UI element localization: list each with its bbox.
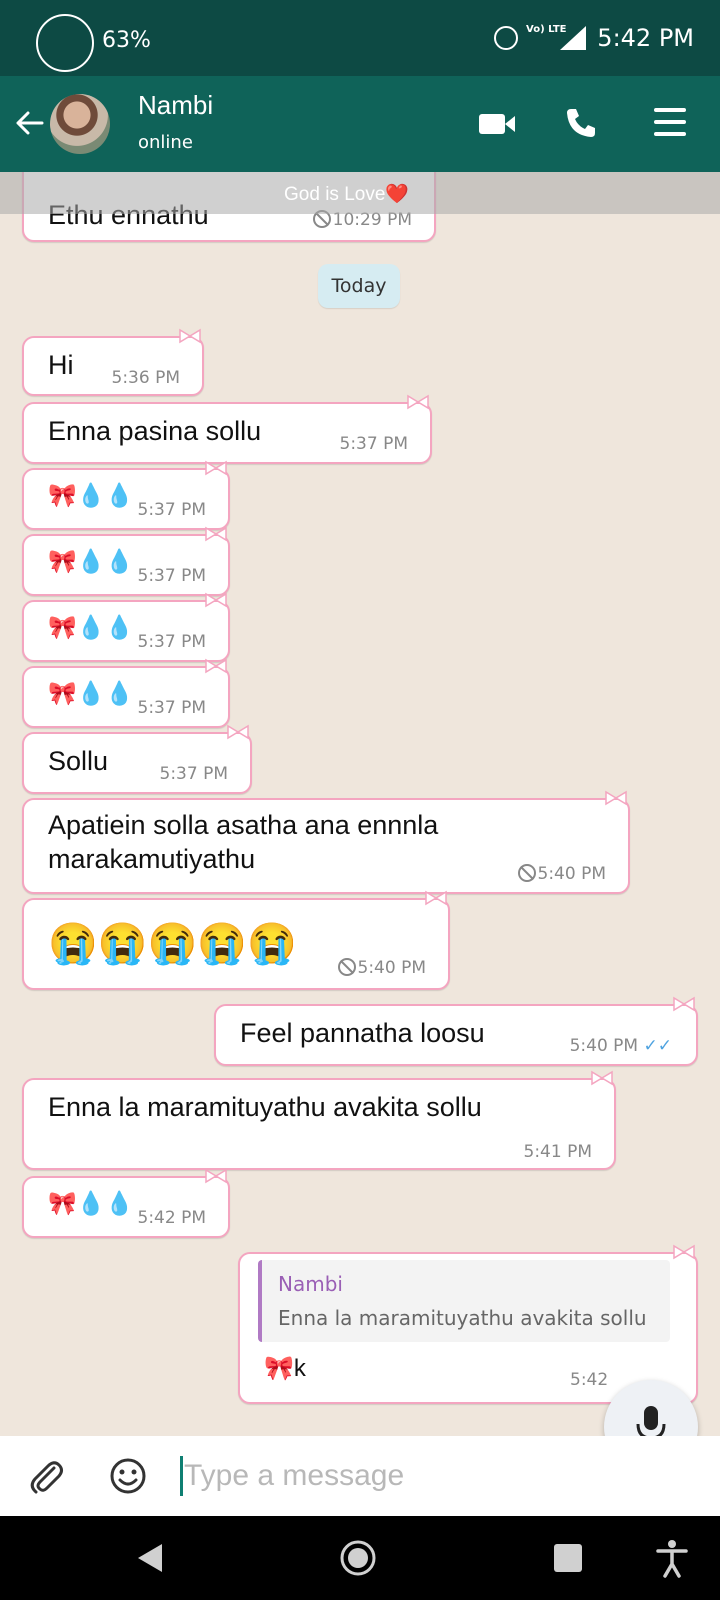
- bow-icon: [407, 394, 429, 410]
- message-text: Enna pasina sollu: [48, 416, 262, 446]
- clock: 5:42 PM: [597, 24, 694, 52]
- message-text: Hi: [48, 350, 74, 380]
- message-text: 😭😭😭😭😭: [48, 922, 298, 966]
- message-bubble[interactable]: Hi 5:36 PM: [22, 328, 204, 396]
- attach-icon[interactable]: [26, 1456, 66, 1496]
- menu-icon[interactable]: [652, 104, 688, 140]
- bow-icon: [205, 658, 227, 674]
- message-bubble-outgoing[interactable]: Nambi Enna la maramituyathu avakita soll…: [238, 1244, 698, 1404]
- emoji-icon[interactable]: [108, 1456, 148, 1496]
- message-bubble[interactable]: Enna pasina sollu 5:37 PM: [22, 394, 432, 464]
- message-text: 🎀💧💧: [48, 548, 134, 574]
- message-text: Feel pannatha loosu: [240, 1018, 485, 1048]
- message-time: 5:37 PM: [137, 698, 207, 718]
- read-ticks-icon: ✓✓: [643, 1036, 673, 1056]
- message-time: 5:42 PM: [137, 1208, 207, 1228]
- message-text: 🎀💧💧: [48, 614, 134, 640]
- phone-icon[interactable]: [564, 106, 598, 140]
- battery-level: 63%: [102, 28, 151, 53]
- message-time: 5:41 PM: [523, 1142, 593, 1162]
- message-text: 🎀💧💧: [48, 1190, 134, 1216]
- message-bubble[interactable]: 🎀💧💧 5:37 PM: [22, 460, 230, 530]
- message-text: Apatiein solla asatha ana ennnla: [48, 810, 439, 840]
- message-time: 5:37 PM: [159, 764, 229, 784]
- back-arrow-icon[interactable]: [12, 106, 46, 140]
- message-time: 5:40 PM: [337, 958, 426, 978]
- message-text: 🎀💧💧: [48, 482, 134, 508]
- quoted-text: Enna la maramituyathu avakita sollu: [278, 1306, 647, 1330]
- bow-icon: [179, 328, 201, 344]
- message-bubble[interactable]: 🎀💧💧 5:42 PM: [22, 1168, 230, 1238]
- message-time: 5:40 PM ✓✓: [569, 1036, 673, 1056]
- nav-back-icon[interactable]: [132, 1538, 172, 1578]
- avatar[interactable]: [50, 94, 110, 154]
- message-time: 5:37 PM: [339, 434, 409, 454]
- deleted-icon: [517, 864, 536, 882]
- message-bubble[interactable]: 😭😭😭😭😭 5:40 PM: [22, 890, 450, 990]
- deleted-icon: [337, 958, 356, 976]
- system-nav-bar: [0, 1516, 720, 1600]
- alarm-icon: [494, 26, 518, 50]
- contact-name[interactable]: Nambi: [138, 90, 213, 121]
- message-bubble[interactable]: Enna la maramituyathu avakita sollu 5:41…: [22, 1070, 616, 1170]
- message-text-line2: marakamutiyathu: [48, 844, 256, 874]
- bow-icon: [227, 724, 249, 740]
- message-time: 5:37 PM: [137, 632, 207, 652]
- bow-icon: [205, 592, 227, 608]
- message-text: Enna la maramituyathu avakita sollu: [48, 1092, 482, 1122]
- message-text: Sollu: [48, 746, 109, 776]
- date-separator: Today: [318, 264, 400, 308]
- message-list[interactable]: Ethu ennathu 10:29 PM Today Hi 5:36 PM E…: [0, 172, 720, 1436]
- overlay-caption: God is Love❤️: [284, 184, 410, 205]
- quoted-sender: Nambi: [278, 1272, 343, 1296]
- contact-status: online: [138, 132, 193, 153]
- chat-header: Nambi online: [0, 76, 720, 172]
- video-call-icon[interactable]: [478, 110, 516, 138]
- bow-icon: [605, 790, 627, 806]
- quoted-message[interactable]: Nambi Enna la maramituyathu avakita soll…: [258, 1260, 670, 1342]
- message-bubble[interactable]: Apatiein solla asatha ana ennnla marakam…: [22, 790, 630, 894]
- message-bubble[interactable]: 🎀💧💧 5:37 PM: [22, 592, 230, 662]
- battery-ring-icon: [36, 14, 94, 72]
- bow-icon: [205, 460, 227, 476]
- message-text: 🎀💧💧: [48, 680, 134, 706]
- message-bubble[interactable]: 🎀💧💧 5:37 PM: [22, 526, 230, 596]
- message-bubble-outgoing[interactable]: Feel pannatha loosu 5:40 PM ✓✓: [214, 996, 698, 1066]
- message-bubble[interactable]: 🎀💧💧 5:37 PM: [22, 658, 230, 728]
- bow-icon: [673, 1244, 695, 1260]
- nav-recents-icon[interactable]: [548, 1538, 588, 1578]
- message-time: 5:37 PM: [137, 500, 207, 520]
- bow-icon: [205, 1168, 227, 1184]
- message-time: 5:36 PM: [111, 368, 181, 388]
- caption-overlay: God is Love❤️: [0, 172, 720, 214]
- signal-icon: [560, 26, 586, 50]
- text-cursor: [180, 1456, 183, 1496]
- bow-icon: [205, 526, 227, 542]
- status-bar: 63% Vo) LTE 5:42 PM: [0, 0, 720, 76]
- message-time: 5:40 PM: [517, 864, 606, 884]
- message-input[interactable]: [184, 1452, 584, 1500]
- accessibility-icon[interactable]: [652, 1538, 692, 1578]
- bow-icon: [673, 996, 695, 1012]
- bow-icon: [425, 890, 447, 906]
- message-time: 5:37 PM: [137, 566, 207, 586]
- message-bubble[interactable]: Sollu 5:37 PM: [22, 724, 252, 794]
- message-composer: [0, 1436, 720, 1516]
- nav-home-icon[interactable]: [338, 1538, 378, 1578]
- message-time: 5:42: [570, 1370, 609, 1390]
- bow-icon: [591, 1070, 613, 1086]
- message-text: 🎀k: [264, 1355, 306, 1382]
